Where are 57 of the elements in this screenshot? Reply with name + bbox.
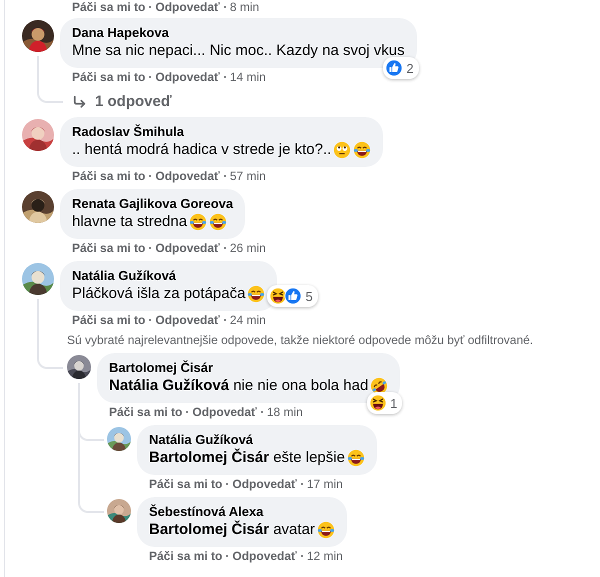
- laughing-face-icon: [353, 141, 372, 159]
- author-name[interactable]: Radoslav Šmihula: [72, 124, 372, 140]
- replies-link[interactable]: 1 odpoveď: [67, 91, 600, 112]
- author-name[interactable]: Šebestínová Alexa: [149, 504, 335, 520]
- grinning-face-icon: [269, 287, 288, 305]
- comment-time: 57 min: [230, 168, 266, 184]
- reply-link[interactable]: Odpovedať: [192, 404, 257, 420]
- info-note: Sú vybraté najrelevantnejšie odpovede, takže niektoré odpovede môžu byť odfiltrované.: [67, 332, 534, 348]
- thread-connector: [37, 347, 63, 369]
- reply-link[interactable]: Odpovedať: [232, 548, 297, 564]
- author-name[interactable]: Bartolomej Čisár: [109, 360, 388, 376]
- comment-text: Bartolomej Čisár ešte lepšie: [149, 448, 345, 468]
- like-link[interactable]: Páči sa mi to: [72, 312, 146, 328]
- laughing-face-icon: [209, 213, 228, 231]
- comment-text: hlavne ta stredna: [72, 212, 188, 232]
- reply-link[interactable]: Odpovedať: [155, 168, 220, 184]
- reply-link[interactable]: Odpovedať: [155, 69, 220, 85]
- laughing-face-icon: [247, 285, 266, 303]
- eye-roll-face-icon: [333, 141, 352, 159]
- reply-link[interactable]: Odpovedať: [232, 476, 297, 492]
- grinning-face-icon: [369, 394, 388, 412]
- like-link[interactable]: Páči sa mi to: [72, 0, 146, 15]
- comment-text: Natália Gužíková nie nie ona bola had: [109, 376, 368, 396]
- reaction-badge[interactable]: 1: [367, 392, 402, 414]
- thumbs-up-icon: [385, 59, 404, 77]
- reply-link[interactable]: Odpovedať: [155, 0, 220, 15]
- comment-time: 12 min: [306, 548, 343, 564]
- author-name[interactable]: Dana Hapekova: [72, 25, 405, 41]
- comment-text: Pláčková išla za potápača: [72, 284, 246, 304]
- comment-time: 24 min: [230, 312, 266, 328]
- thread-connector: [37, 85, 63, 103]
- reply-link[interactable]: Odpovedať: [155, 312, 220, 328]
- like-link[interactable]: Páči sa mi to: [149, 476, 222, 492]
- comment-time: 26 min: [230, 240, 266, 256]
- reply-link[interactable]: Odpovedať: [155, 240, 220, 256]
- like-link[interactable]: Páči sa mi to: [72, 69, 146, 85]
- like-link[interactable]: Páči sa mi to: [72, 240, 146, 256]
- comment-time: 14 min: [230, 69, 266, 85]
- author-name[interactable]: Natália Gužíková: [149, 432, 365, 448]
- laughing-face-icon: [316, 521, 335, 539]
- like-link[interactable]: Páči sa mi to: [149, 548, 222, 564]
- like-link[interactable]: Páči sa mi to: [72, 168, 146, 184]
- laughing-face-icon: [189, 213, 208, 231]
- laughing-face-icon: [346, 449, 365, 467]
- author-name[interactable]: Natália Gužíková: [72, 268, 266, 284]
- reply-arrow-icon: [73, 94, 87, 108]
- thumbs-up-icon: [284, 287, 302, 305]
- comment-time: 18 min: [266, 404, 303, 420]
- thread-connector: [78, 491, 104, 513]
- comment-time: 17 min: [306, 476, 343, 492]
- comment-text: Bartolomej Čisár avatar: [149, 520, 315, 540]
- comment-time: 8 min: [230, 0, 260, 15]
- author-name[interactable]: Renata Gajlikova Goreova: [72, 196, 234, 212]
- comment-text: .. hentá modrá hadica v strede je kto?..: [72, 140, 332, 160]
- reaction-badge[interactable]: 2: [383, 57, 419, 79]
- like-link[interactable]: Páči sa mi to: [109, 404, 182, 420]
- reaction-badge[interactable]: 5: [267, 285, 318, 307]
